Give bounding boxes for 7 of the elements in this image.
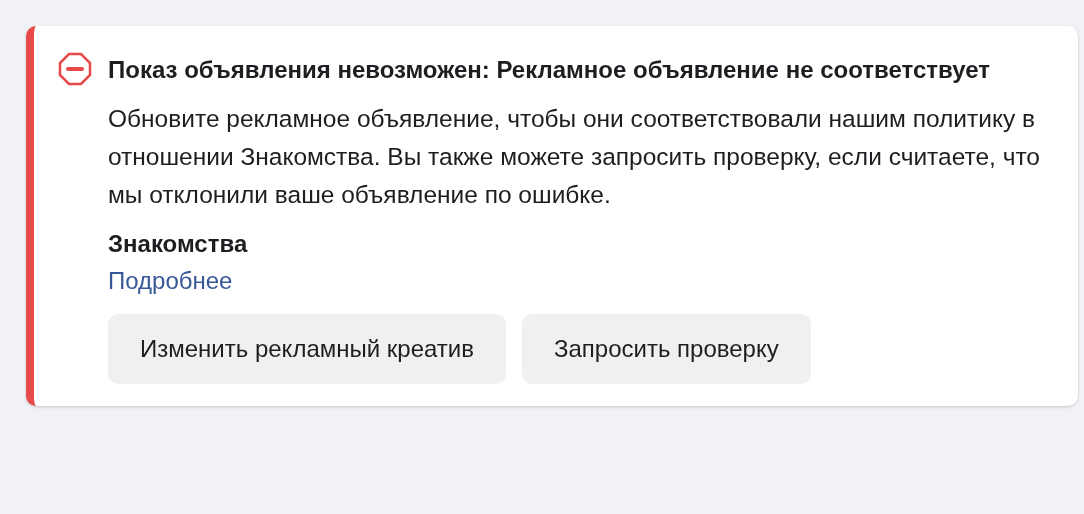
alert-message: Обновите рекламное объявление, чтобы они соответствовали нашим политику в отношении Знакомства. Вы также можете запросить проверку, если считаете, что мы отклонили ваше объявление по ошибке. (108, 104, 1041, 210)
request-review-button[interactable]: Запросить проверку (522, 314, 811, 384)
stop-icon (58, 52, 92, 86)
learn-more-link[interactable]: Подробнее (108, 262, 233, 300)
alert-title: Показ объявления невозможен: Рекламное объявление не соответствует (108, 55, 991, 85)
edit-creative-button[interactable]: Изменить рекламный креатив (108, 314, 506, 384)
policy-name: Знакомства (108, 229, 249, 259)
